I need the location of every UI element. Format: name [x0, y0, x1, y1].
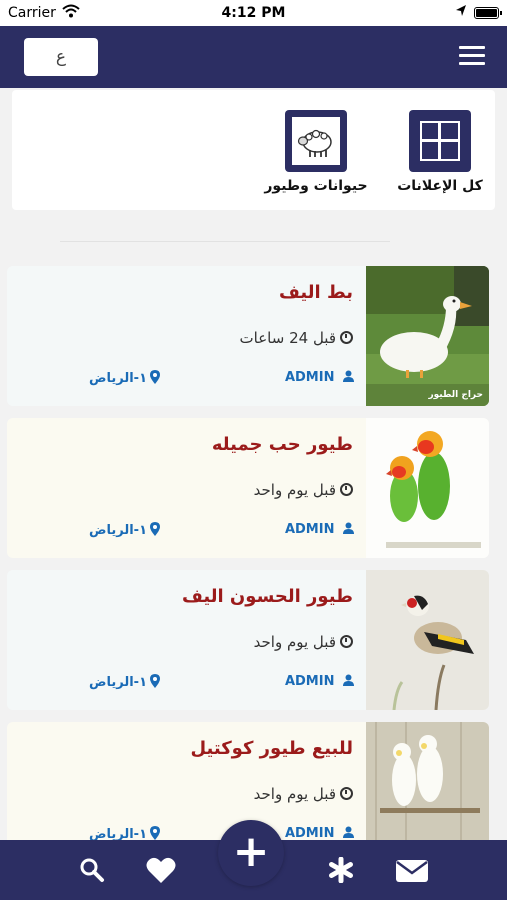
hamburger-menu-icon[interactable] — [459, 46, 485, 66]
listing-time: قبل يوم واحد — [254, 785, 353, 803]
top-bar: ع — [0, 26, 507, 88]
listing-time: قبل يوم واحد — [254, 633, 353, 651]
map-pin-icon — [150, 370, 161, 384]
listing-time-text: قبل يوم واحد — [253, 481, 336, 499]
location-arrow-icon — [456, 5, 466, 16]
add-listing-button[interactable]: + — [218, 820, 284, 886]
listing-time-text: قبل يوم واحد — [253, 785, 336, 803]
listing-title[interactable]: طيور الحسون اليف — [182, 586, 353, 607]
listing-user[interactable]: ADMIN — [285, 522, 354, 537]
listing-photo[interactable] — [366, 418, 489, 558]
map-pin-icon — [150, 522, 161, 536]
map-pin-icon — [150, 826, 161, 840]
listing-card[interactable]: حراج الطيور بط اليف قبل 24 ساعات ADMIN ١… — [7, 266, 489, 406]
heart-icon[interactable] — [139, 840, 183, 900]
listing-user-name: ADMIN — [284, 522, 335, 537]
clock-icon — [340, 787, 353, 800]
mail-icon[interactable] — [390, 840, 434, 900]
listing-card[interactable]: طيور حب جميله قبل يوم واحد ADMIN ١-الريا… — [7, 418, 489, 558]
listing-user[interactable]: ADMIN — [285, 826, 354, 841]
divider — [60, 241, 390, 242]
clock-time: 4:12 PM — [221, 5, 286, 21]
status-bar: Carrier 4:12 PM — [0, 0, 507, 26]
listing-card[interactable]: طيور الحسون اليف قبل يوم واحد ADMIN ١-ال… — [7, 570, 489, 710]
clock-icon — [340, 483, 353, 496]
listing-photo[interactable] — [366, 570, 489, 710]
listing-location-text: ١-الرياض — [89, 675, 148, 690]
category-animals-birds[interactable]: حيوانات وطيور — [261, 110, 371, 194]
listing-time-text: قبل 24 ساعات — [239, 329, 336, 347]
listing-location[interactable]: ١-الرياض — [89, 370, 161, 386]
clock-icon — [340, 331, 353, 344]
listing-title[interactable]: للبيع طيور كوكتيل — [190, 738, 353, 759]
listing-location-text: ١-الرياض — [89, 371, 148, 386]
listing-photo[interactable]: حراج الطيور — [366, 266, 489, 406]
user-icon — [343, 370, 354, 382]
listing-user-name: ADMIN — [284, 370, 335, 385]
sheep-icon — [285, 110, 347, 172]
category-label: كل الإعلانات — [397, 178, 483, 194]
asterisk-icon[interactable] — [319, 840, 363, 900]
listing-user[interactable]: ADMIN — [285, 370, 354, 385]
listing-location[interactable]: ١-الرياض — [89, 522, 161, 538]
photo-watermark: حراج الطيور — [428, 390, 483, 400]
listing-user-name: ADMIN — [284, 826, 335, 841]
category-bar: كل الإعلانات حيوانات وطيور — [12, 90, 495, 210]
user-icon — [343, 674, 354, 686]
listing-time: قبل 24 ساعات — [240, 329, 353, 347]
grid-icon — [409, 110, 471, 172]
listing-user-name: ADMIN — [284, 674, 335, 689]
language-button[interactable]: ع — [24, 38, 98, 76]
listing-time-text: قبل يوم واحد — [253, 633, 336, 651]
category-all-ads[interactable]: كل الإعلانات — [385, 110, 495, 194]
user-icon — [343, 522, 354, 534]
listing-time: قبل يوم واحد — [254, 481, 353, 499]
listing-user[interactable]: ADMIN — [285, 674, 354, 689]
listing-title[interactable]: طيور حب جميله — [212, 434, 353, 455]
user-icon — [343, 826, 354, 838]
listing-title[interactable]: بط اليف — [279, 282, 353, 303]
category-label: حيوانات وطيور — [264, 178, 368, 194]
map-pin-icon — [150, 674, 161, 688]
battery-icon — [474, 7, 502, 19]
listing-location-text: ١-الرياض — [89, 523, 148, 538]
search-icon[interactable] — [70, 840, 114, 900]
clock-icon — [340, 635, 353, 648]
listing-location[interactable]: ١-الرياض — [89, 674, 161, 690]
